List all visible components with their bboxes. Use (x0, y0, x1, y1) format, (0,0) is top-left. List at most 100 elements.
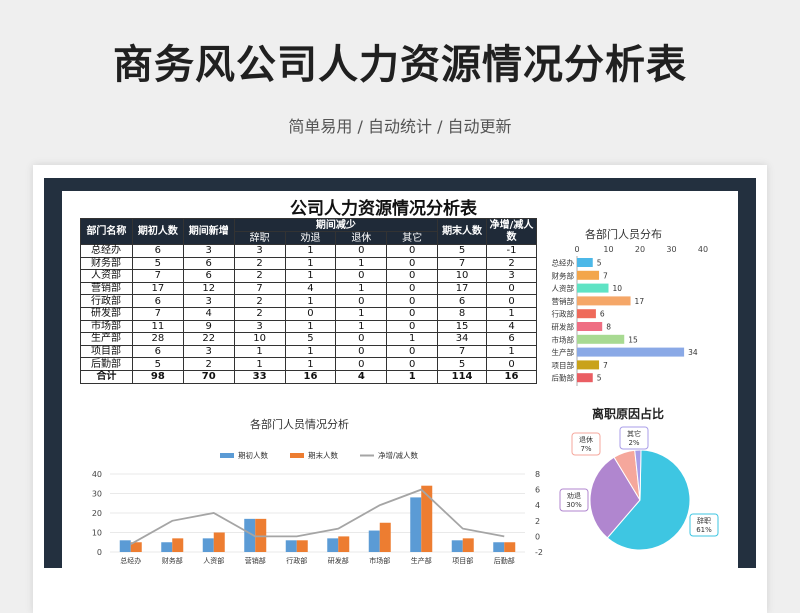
bar (577, 360, 600, 370)
pie-label-name: 劝退 (567, 491, 581, 500)
cell-new: 12 (182, 281, 235, 296)
table-row: 项目部 6 3 1 1 0 0 7 1 (80, 344, 537, 359)
bar-end (213, 532, 225, 552)
cell-start: 5 (131, 357, 184, 371)
category-label: 生产部 (411, 556, 432, 565)
cell-end: 34 (437, 332, 488, 346)
cell-dismiss: 0 (284, 306, 337, 321)
col-net: 净增/减人数 (486, 218, 537, 245)
cell-new: 3 (182, 294, 235, 308)
cell-retire: 0 (335, 332, 388, 346)
data-label: 34 (688, 348, 698, 357)
col-resign: 辞职 (233, 231, 286, 245)
table-row: 后勤部 5 2 1 1 0 0 5 0 (80, 357, 537, 371)
data-label: 8 (606, 323, 611, 332)
bar-start (493, 542, 505, 552)
cell-other: 0 (386, 256, 439, 271)
cell-dismiss: 16 (284, 369, 337, 384)
category-label: 市场部 (369, 556, 390, 565)
cell-other: 0 (386, 306, 439, 321)
cell-dept: 研发部 (80, 306, 133, 321)
cell-retire: 1 (335, 281, 388, 296)
cell-new: 3 (182, 344, 235, 359)
cell-resign: 2 (233, 294, 286, 308)
bar (577, 283, 609, 293)
dept-staff-combo-chart: 期初人数 期末人数 净增/减人数 0 10 20 30 40 -2 0 2 4 6 8 总经办 财务部 人资部 营… (92, 450, 543, 565)
cell-dept: 人资部 (80, 269, 133, 283)
table-row: 生产部 28 22 10 5 0 1 34 6 (80, 332, 537, 346)
pie-label-name: 其它 (627, 429, 641, 438)
cell-new: 6 (182, 256, 235, 271)
col-new: 期间新增 (182, 218, 235, 245)
cell-other: 0 (386, 281, 439, 296)
category-label: 项目部 (552, 360, 575, 370)
data-label: 5 (597, 374, 602, 383)
y-tick-label: 20 (92, 509, 102, 518)
category-label: 营销部 (552, 296, 575, 306)
cell-other: 0 (386, 319, 439, 334)
legend-label: 净增/减人数 (378, 450, 419, 460)
bar-end (172, 538, 184, 552)
cell-retire: 1 (335, 306, 388, 321)
data-label: 10 (613, 284, 623, 293)
legend-swatch (290, 453, 304, 458)
cell-net: 3 (486, 269, 537, 283)
category-label: 研发部 (328, 556, 349, 565)
cell-other: 0 (386, 269, 439, 283)
combo-chart-title: 各部门人员情况分析 (250, 418, 349, 431)
table-row: 人资部 7 6 2 1 0 0 10 3 (80, 269, 537, 283)
cell-net: 4 (486, 319, 537, 334)
cell-dismiss: 5 (284, 332, 337, 346)
y-tick-label: 10 (92, 529, 102, 538)
bar (577, 373, 593, 383)
cell-retire: 0 (335, 344, 388, 359)
cell-new: 2 (182, 357, 235, 371)
table-row: 财务部 5 6 2 1 1 0 7 2 (80, 256, 537, 271)
cell-new: 6 (182, 269, 235, 283)
cell-new: 22 (182, 332, 235, 346)
bar-end (504, 542, 516, 552)
col-dismiss: 劝退 (284, 231, 337, 245)
cell-resign: 2 (233, 306, 286, 321)
table-row: 研发部 7 4 2 0 1 0 8 1 (80, 306, 537, 321)
col-other: 其它 (386, 231, 439, 245)
cell-end: 6 (437, 294, 488, 308)
bar-start (327, 538, 339, 552)
bar (577, 258, 593, 267)
cell-dismiss: 1 (284, 269, 337, 283)
category-label: 行政部 (552, 309, 575, 319)
bar (577, 309, 596, 319)
cell-retire: 4 (335, 369, 388, 384)
bar-end (462, 538, 474, 552)
sheet-title: 公司人力资源情况分析表 (290, 199, 477, 219)
cell-end: 10 (437, 269, 488, 283)
y2-tick-label: 2 (535, 517, 540, 526)
cell-net: 0 (486, 281, 537, 296)
data-label: 7 (603, 271, 608, 280)
cell-start: 6 (131, 244, 184, 258)
cell-other: 0 (386, 344, 439, 359)
cell-dismiss: 4 (284, 281, 337, 296)
col-dept: 部门名称 (80, 218, 133, 245)
cell-dept: 总经办 (80, 244, 133, 258)
bar-start (161, 542, 173, 552)
cell-dismiss: 1 (284, 244, 337, 258)
legend-label: 期末人数 (308, 450, 338, 460)
category-label: 总经办 (120, 556, 141, 565)
y2-tick-label: 8 (535, 470, 540, 479)
cell-start: 7 (131, 269, 184, 283)
leave-reason-pie-chart: 辞职61% 劝退30% 退休7% 其它2% (559, 426, 719, 551)
pie-label-value: 7% (580, 445, 591, 453)
hr-table: 部门名称 期初人数 期间新增 期间减少 期末人数 净增/减人数 辞职 劝退 退休… (80, 218, 537, 384)
pie-label-name: 辞职 (697, 516, 711, 525)
pie-label-value: 2% (628, 439, 639, 447)
page-subtitle: 简单易用 / 自动统计 / 自动更新 (288, 117, 512, 136)
bar (577, 347, 685, 357)
cell-resign: 10 (233, 332, 286, 346)
cell-new: 9 (182, 319, 235, 334)
bar-end (338, 536, 350, 552)
cell-new: 4 (182, 306, 235, 321)
data-label: 6 (600, 310, 605, 319)
cell-end: 114 (437, 369, 488, 384)
bar (577, 296, 631, 306)
